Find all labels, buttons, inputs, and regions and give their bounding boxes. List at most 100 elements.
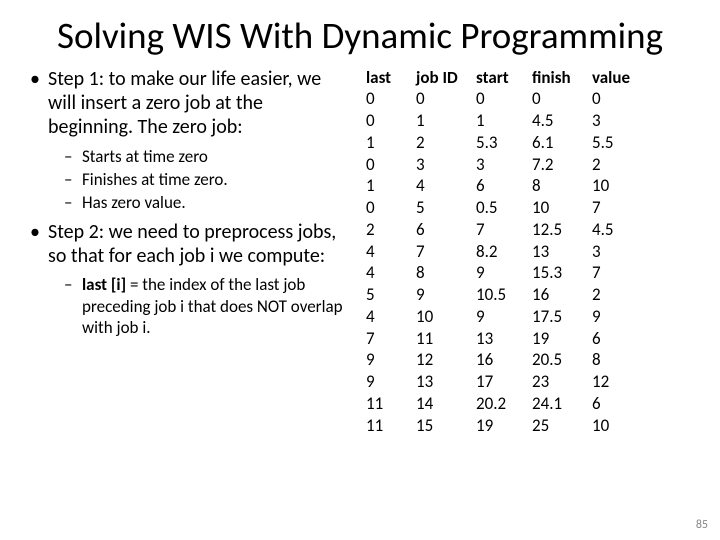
- table-cell: 1: [416, 110, 472, 132]
- table-cell: 19: [532, 328, 588, 350]
- table-cell: 3: [592, 241, 648, 263]
- table-cell: 0: [366, 197, 412, 219]
- table-cell: 5.5: [592, 132, 648, 154]
- jobs-table: lastjob IDstartfinishvalue000000114.5312…: [366, 67, 692, 437]
- table-cell: 10.5: [476, 284, 528, 306]
- table-header: last: [366, 67, 412, 89]
- table-cell: 10: [416, 306, 472, 328]
- table-cell: 20.2: [476, 393, 528, 415]
- table-cell: 1: [366, 175, 412, 197]
- table-cell: 10: [592, 415, 648, 437]
- table-cell: 1: [476, 110, 528, 132]
- table-cell: 4: [416, 175, 472, 197]
- table-cell: 0: [592, 88, 648, 110]
- table-cell: 6: [476, 175, 528, 197]
- table-cell: 12.5: [532, 219, 588, 241]
- table-cell: 0: [366, 154, 412, 176]
- step1-bullet: Step 1: to make our life easier, we will…: [28, 67, 348, 214]
- table-cell: 13: [532, 241, 588, 263]
- table-cell: 9: [366, 349, 412, 371]
- table-cell: 11: [416, 328, 472, 350]
- table-cell: 9: [476, 306, 528, 328]
- table-cell: 5: [366, 284, 412, 306]
- table-cell: 8.2: [476, 241, 528, 263]
- table-cell: 7: [592, 262, 648, 284]
- table-cell: 5: [416, 197, 472, 219]
- table-cell: 11: [366, 415, 412, 437]
- table-header: value: [592, 67, 648, 89]
- table-cell: 4: [366, 241, 412, 263]
- table-cell: 20.5: [532, 349, 588, 371]
- table-cell: 16: [476, 349, 528, 371]
- table-cell: 4: [366, 262, 412, 284]
- table-cell: 17: [476, 371, 528, 393]
- table-cell: 25: [532, 415, 588, 437]
- table-cell: 8: [416, 262, 472, 284]
- table-cell: 10: [592, 175, 648, 197]
- table-cell: 9: [366, 371, 412, 393]
- table-cell: 6: [592, 328, 648, 350]
- table-cell: 13: [476, 328, 528, 350]
- table-cell: 0: [366, 88, 412, 110]
- table-cell: 9: [592, 306, 648, 328]
- slide-title: Solving WIS With Dynamic Programming: [28, 16, 692, 57]
- table-cell: 8: [592, 349, 648, 371]
- step2-sublist: last [i] = the index of the last job pre…: [48, 274, 348, 338]
- table-cell: 6: [416, 219, 472, 241]
- table-cell: 0: [366, 110, 412, 132]
- table-column: lastjob IDstartfinishvalue000000114.5312…: [366, 67, 692, 437]
- table-cell: 12: [592, 371, 648, 393]
- page-number: 85: [696, 518, 708, 532]
- table-cell: 24.1: [532, 393, 588, 415]
- table-cell: 3: [592, 110, 648, 132]
- table-cell: 8: [532, 175, 588, 197]
- step1-sub-item: Starts at time zero: [48, 146, 348, 167]
- table-cell: 3: [476, 154, 528, 176]
- table-cell: 4: [366, 306, 412, 328]
- table-cell: 3: [416, 154, 472, 176]
- table-cell: 0: [532, 88, 588, 110]
- step1-sub-item: Has zero value.: [48, 192, 348, 213]
- table-header: start: [476, 67, 528, 89]
- table-cell: 1: [366, 132, 412, 154]
- table-cell: 15: [416, 415, 472, 437]
- table-cell: 5.3: [476, 132, 528, 154]
- step2-text: Step 2: we need to preprocess jobs, so t…: [48, 220, 336, 268]
- table-cell: 7: [366, 328, 412, 350]
- table-cell: 10: [532, 197, 588, 219]
- table-cell: 19: [476, 415, 528, 437]
- table-cell: 7: [416, 241, 472, 263]
- table-cell: 6.1: [532, 132, 588, 154]
- table-cell: 2: [366, 219, 412, 241]
- table-cell: 7: [592, 197, 648, 219]
- table-cell: 2: [592, 284, 648, 306]
- step2-sub-item: last [i] = the index of the last job pre…: [48, 274, 348, 338]
- table-cell: 11: [366, 393, 412, 415]
- table-cell: 7.2: [532, 154, 588, 176]
- table-cell: 23: [532, 371, 588, 393]
- step1-text: Step 1: to make our life easier, we will…: [48, 67, 321, 140]
- table-cell: 0.5: [476, 197, 528, 219]
- table-cell: 13: [416, 371, 472, 393]
- table-cell: 12: [416, 349, 472, 371]
- bullet-column: Step 1: to make our life easier, we will…: [28, 67, 348, 437]
- table-cell: 6: [592, 393, 648, 415]
- table-cell: 15.3: [532, 262, 588, 284]
- table-cell: 2: [592, 154, 648, 176]
- step1-sub-item: Finishes at time zero.: [48, 169, 348, 190]
- table-cell: 4.5: [592, 219, 648, 241]
- table-cell: 7: [476, 219, 528, 241]
- table-cell: 0: [416, 88, 472, 110]
- table-cell: 9: [476, 262, 528, 284]
- table-cell: 0: [476, 88, 528, 110]
- table-cell: 17.5: [532, 306, 588, 328]
- table-cell: 16: [532, 284, 588, 306]
- table-cell: 2: [416, 132, 472, 154]
- slide: Solving WIS With Dynamic Programming Ste…: [0, 0, 720, 436]
- step2-sub-bold: last [i]: [82, 274, 126, 295]
- table-header: job ID: [416, 67, 472, 89]
- table-cell: 9: [416, 284, 472, 306]
- table-cell: 14: [416, 393, 472, 415]
- content-row: Step 1: to make our life easier, we will…: [28, 67, 692, 437]
- table-cell: 4.5: [532, 110, 588, 132]
